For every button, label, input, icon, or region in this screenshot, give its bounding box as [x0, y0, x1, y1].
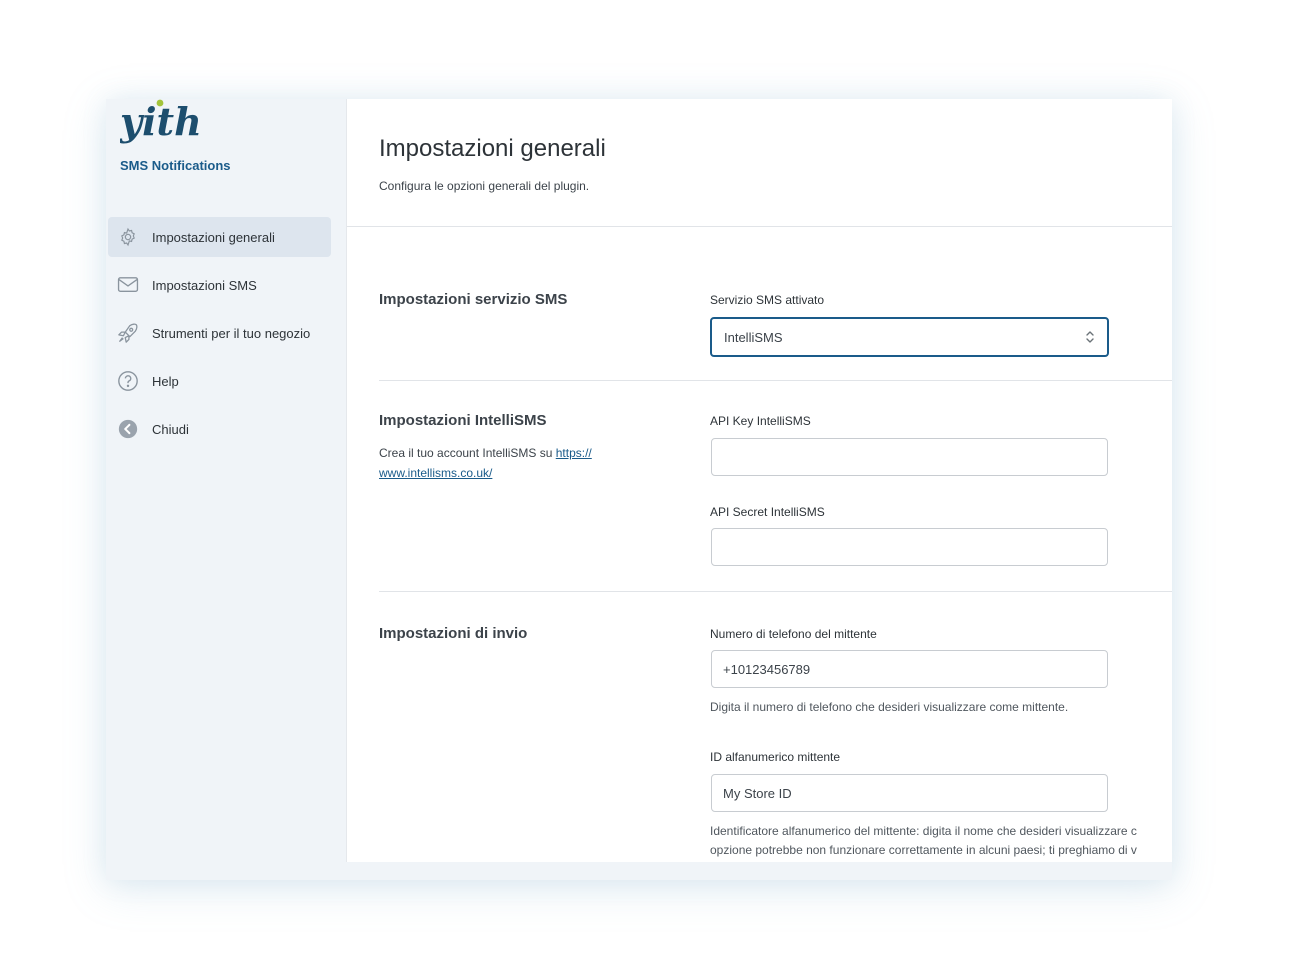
- phone-help-text: Digita il numero di telefono che desider…: [710, 700, 1069, 714]
- alpha-id-help-line-1: Identificatore alfanumerico del mittente…: [710, 824, 1137, 838]
- app-window: yith SMS Notifications Impostazioni gene…: [106, 99, 1172, 880]
- brand-subtitle: SMS Notifications: [120, 158, 231, 173]
- phone-input[interactable]: [711, 650, 1108, 688]
- alpha-id-help-line-2: opzione potrebbe non funzionare corretta…: [710, 843, 1137, 857]
- section-divider: [379, 591, 1172, 592]
- gear-icon: [117, 226, 139, 248]
- sidebar-item-label: Strumenti per il tuo negozio: [152, 325, 311, 341]
- sidebar-item-impostazioni-sms[interactable]: Impostazioni SMS: [108, 265, 331, 305]
- api-secret-input[interactable]: [711, 528, 1108, 566]
- api-key-input[interactable]: [711, 438, 1108, 476]
- section-title-sending: Impostazioni di invio: [379, 625, 528, 642]
- sidebar-item-help[interactable]: Help: [108, 361, 331, 401]
- page-title: Impostazioni generali: [379, 135, 606, 162]
- sidebar: yith SMS Notifications Impostazioni gene…: [106, 99, 346, 880]
- sms-service-selected: IntelliSMS: [724, 329, 783, 345]
- api-key-label: API Key IntelliSMS: [710, 414, 811, 428]
- sidebar-item-label: Impostazioni generali: [152, 229, 275, 245]
- alpha-id-label: ID alfanumerico mittente: [710, 750, 841, 764]
- sms-service-label: Servizio SMS attivato: [710, 293, 825, 307]
- envelope-icon: [117, 274, 139, 296]
- alpha-id-input[interactable]: [711, 774, 1108, 812]
- sidebar-item-label: Help: [152, 373, 179, 389]
- page-header: Impostazioni generali Configura le opzio…: [347, 99, 1172, 227]
- sidebar-item-label: Impostazioni SMS: [152, 277, 257, 293]
- sms-service-select[interactable]: IntelliSMS: [710, 317, 1109, 357]
- yith-logo: yith: [119, 99, 202, 151]
- section-divider: [379, 380, 1172, 381]
- section-title-intellisms: Impostazioni IntelliSMS: [379, 412, 547, 429]
- sidebar-nav: Impostazioni generali Impostazioni SMS S…: [108, 217, 331, 457]
- arrow-left-circle-icon: [117, 418, 139, 440]
- sidebar-item-chiudi[interactable]: Chiudi: [108, 409, 331, 449]
- sidebar-item-strumenti[interactable]: Strumenti per il tuo negozio: [108, 313, 331, 353]
- intellisms-description: Crea il tuo account IntelliSMS su https:…: [379, 443, 619, 483]
- section-title-sms-service: Impostazioni servizio SMS: [379, 291, 568, 308]
- main-panel: Impostazioni generali Configura le opzio…: [346, 99, 1172, 862]
- intellisms-desc-text: Crea il tuo account IntelliSMS su: [379, 446, 556, 460]
- api-secret-label: API Secret IntelliSMS: [710, 505, 825, 519]
- sidebar-item-label: Chiudi: [152, 421, 189, 437]
- chevron-updown-icon: [1085, 329, 1095, 348]
- page-description: Configura le opzioni generali del plugin…: [379, 179, 590, 193]
- phone-label: Numero di telefono del mittente: [710, 627, 877, 641]
- question-circle-icon: [117, 370, 139, 392]
- sidebar-item-impostazioni-generali[interactable]: Impostazioni generali: [108, 217, 331, 257]
- rocket-icon: [117, 322, 139, 344]
